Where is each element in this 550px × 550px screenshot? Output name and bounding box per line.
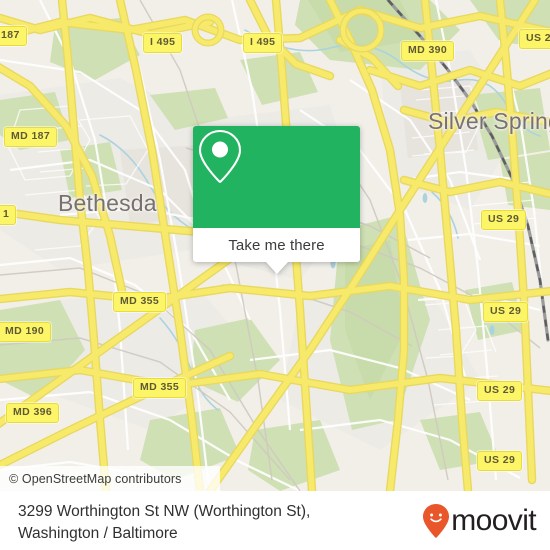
address-block: 3299 Worthington St NW (Worthington St),… (18, 501, 368, 546)
osm-attribution-text: © OpenStreetMap contributors (9, 471, 182, 486)
highway-shield[interactable]: US 29 (519, 29, 550, 49)
osm-attribution[interactable]: © OpenStreetMap contributors (0, 466, 220, 491)
place-label-silver-spring: Silver Spring (428, 108, 550, 134)
highway-shield[interactable]: MD 187 (4, 127, 58, 147)
map-pin-icon (198, 129, 242, 183)
take-me-there-button[interactable]: Take me there (193, 228, 360, 262)
highway-shield[interactable]: 1 (0, 205, 17, 225)
highway-shield[interactable]: US 29 (477, 381, 523, 401)
address-line-2: Washington / Baltimore (18, 525, 178, 543)
moovit-map-screen: Bethesda Silver Spring 187 I 495 I 495 M… (0, 0, 550, 550)
highway-shield[interactable]: I 495 (143, 33, 183, 53)
highway-shield[interactable]: US 29 (477, 451, 523, 471)
highway-shield[interactable]: 187 (0, 26, 27, 46)
address-line-1: 3299 Worthington St NW (Worthington St), (18, 503, 311, 520)
highway-shield[interactable]: MD 355 (113, 292, 167, 312)
moovit-logo[interactable]: moovit (422, 503, 537, 539)
highway-shield[interactable]: MD 190 (0, 322, 52, 342)
footer-bar: 3299 Worthington St NW (Worthington St),… (0, 491, 550, 550)
highway-shield[interactable]: MD 355 (133, 378, 187, 398)
moovit-wordmark: moovit (451, 504, 536, 537)
highway-shield[interactable]: MD 396 (6, 403, 60, 423)
highway-shield[interactable]: US 29 (483, 302, 529, 322)
highway-shield[interactable]: I 495 (243, 33, 283, 53)
popup-tail (265, 262, 288, 274)
highway-shield[interactable]: MD 390 (401, 41, 455, 61)
map-canvas[interactable]: Bethesda Silver Spring 187 I 495 I 495 M… (0, 0, 550, 491)
popup-icon-area (193, 126, 360, 228)
highway-shield[interactable]: US 29 (481, 210, 527, 230)
take-me-there-label: Take me there (228, 236, 325, 254)
moovit-smile-pin-icon (423, 504, 450, 538)
place-label-bethesda: Bethesda (58, 190, 157, 216)
location-popup-card[interactable]: Take me there (193, 126, 360, 274)
